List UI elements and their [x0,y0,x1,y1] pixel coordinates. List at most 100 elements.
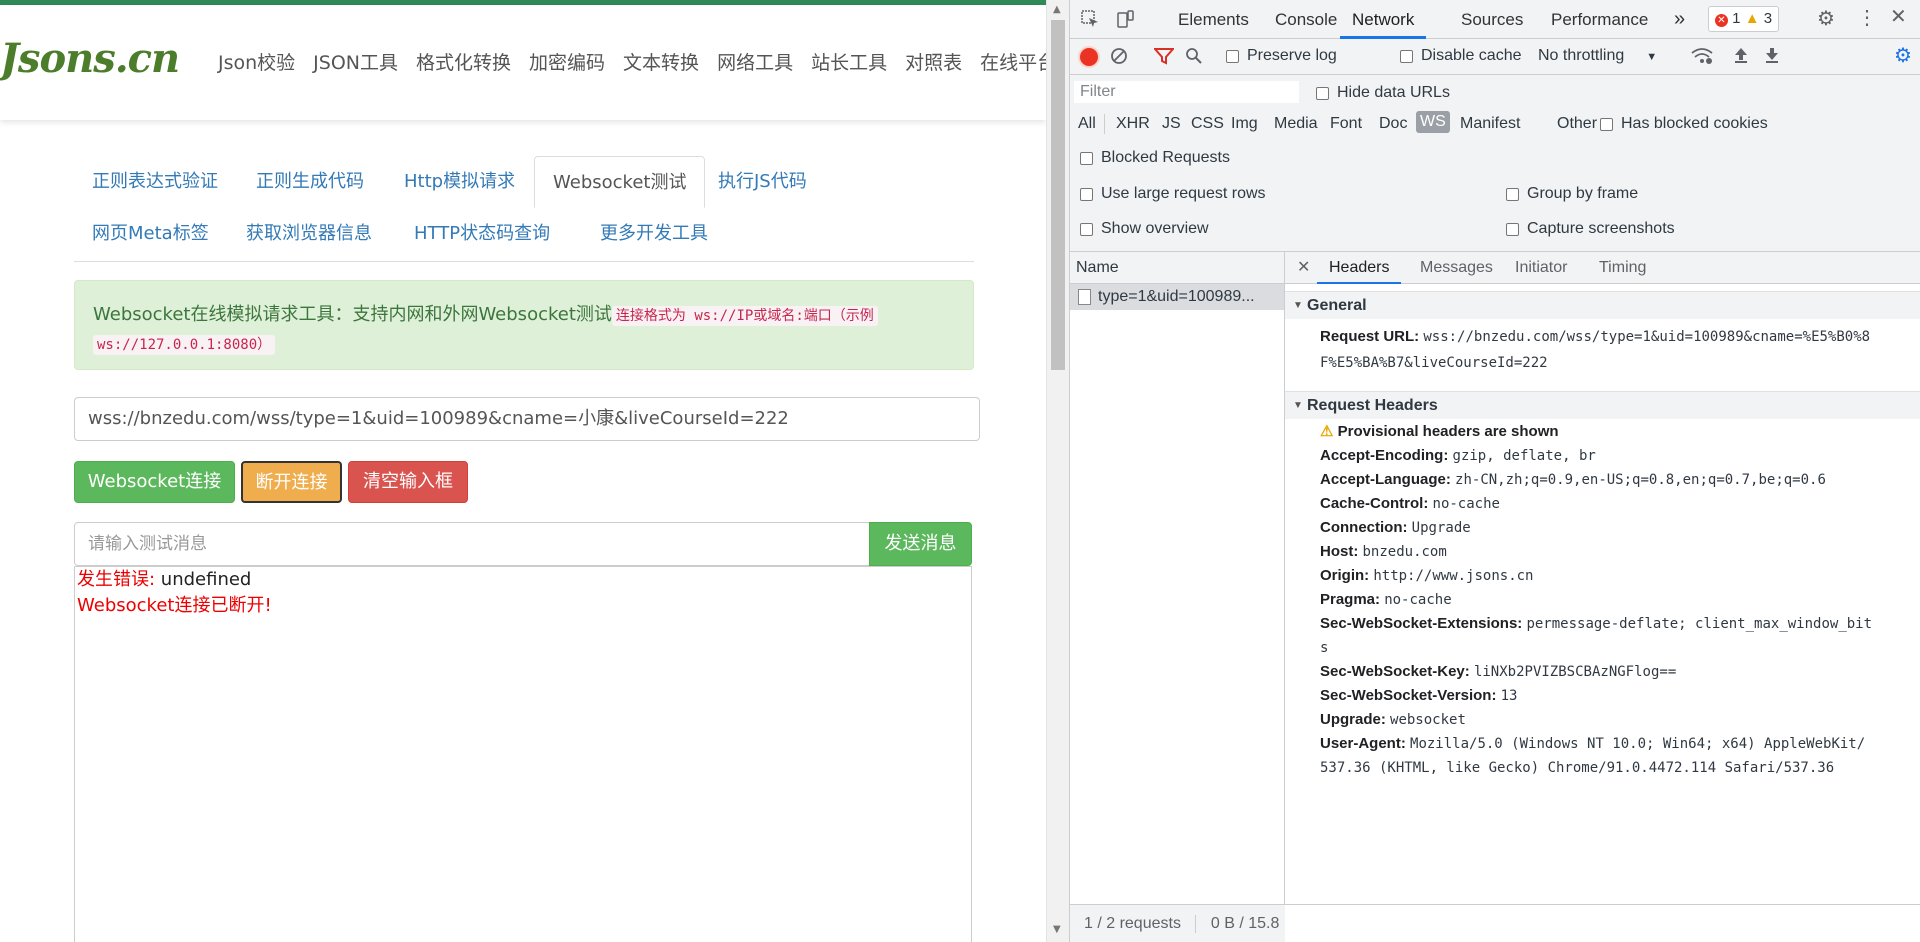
websocket-url-input[interactable]: wss://bnzedu.com/wss/type=1&uid=100989&c… [74,397,980,441]
filter-funnel-icon[interactable] [1152,47,1176,69]
device-toolbar-icon[interactable] [1115,9,1135,33]
has-blocked-cookies-box[interactable] [1600,117,1613,131]
disable-cache-checkbox[interactable]: Disable cache [1400,47,1522,65]
show-overview-box[interactable] [1080,222,1093,236]
devtools-tab-performance[interactable]: Performance [1551,0,1648,39]
site-logo[interactable]: Jsons.cn [0,35,180,82]
request-headers-section-header[interactable]: ▼ Request Headers [1285,391,1920,419]
tab-http-mock[interactable]: Http模拟请求 [386,156,533,208]
group-by-frame-box[interactable] [1506,187,1519,201]
header-value: Upgrade [1411,520,1471,536]
disable-cache-box[interactable] [1400,49,1413,63]
devtools-tab-console[interactable]: Console [1275,0,1337,39]
page-scrollbar-thumb[interactable] [1051,20,1065,370]
filter-input[interactable]: Filter [1074,81,1299,103]
tab-websocket-test[interactable]: Websocket测试 [534,156,706,208]
name-column-header[interactable]: Name [1070,252,1284,284]
detail-tab-timing[interactable]: Timing [1599,252,1646,284]
detail-tab-messages[interactable]: Messages [1420,252,1493,284]
nav-item-text-convert[interactable]: 文本转换 [623,48,699,75]
tab-more-dev-tools[interactable]: 更多开发工具 [582,208,726,260]
message-log[interactable]: 发生错误: undefined Websocket连接已断开! [74,566,972,942]
transfer-size: 0 B / 15.8 [1210,915,1280,932]
type-filter-ws[interactable]: WS [1416,111,1450,133]
hide-data-urls-box[interactable] [1316,86,1329,100]
devtools-tab-sources[interactable]: Sources [1461,0,1523,39]
nav-item-network-tools[interactable]: 网络工具 [717,48,793,75]
nav-item-reference-tables[interactable]: 对照表 [905,48,962,75]
disconnect-button[interactable]: 断开连接 [241,461,342,503]
large-rows-box[interactable] [1080,187,1093,201]
import-har-icon[interactable] [1733,46,1749,68]
record-icon[interactable] [1080,48,1098,66]
devtools-tab-elements[interactable]: Elements [1178,0,1249,39]
tab-run-js[interactable]: 执行JS代码 [700,156,825,208]
log-line-error: 发生错误: undefined [77,567,969,593]
nav-item-webmaster-tools[interactable]: 站长工具 [811,48,887,75]
nav-item-encrypt-encode[interactable]: 加密编码 [529,48,605,75]
issues-counter[interactable]: ✕ 1 ▲ 3 [1708,6,1780,32]
nav-item-online-platform[interactable]: 在线平台 [980,48,1046,75]
capture-screenshots-checkbox[interactable]: Capture screenshots [1506,220,1675,238]
settings-gear-icon[interactable]: ⚙ [1817,9,1835,29]
type-filter-css[interactable]: CSS [1191,115,1224,133]
devtools-tab-network[interactable]: Network [1340,0,1427,39]
type-filter-xhr[interactable]: XHR [1116,115,1150,133]
clear-input-button[interactable]: 清空输入框 [348,461,468,503]
clear-log-icon[interactable] [1110,47,1128,69]
page-scrollbar[interactable]: ▲ ▼ [1046,0,1069,942]
type-filter-img[interactable]: Img [1231,115,1258,133]
tab-meta-tags[interactable]: 网页Meta标签 [74,208,227,260]
request-header-row: Accept-Encoding: gzip, deflate, br [1320,443,1916,469]
nav-item-json-tools[interactable]: JSON工具 [313,48,398,75]
hide-data-urls-checkbox[interactable]: Hide data URLs [1316,84,1450,102]
type-filter-font[interactable]: Font [1330,115,1362,133]
hide-data-urls-label: Hide data URLs [1337,84,1450,101]
capture-screenshots-box[interactable] [1506,222,1519,236]
close-detail-icon[interactable]: ✕ [1297,252,1310,284]
tab-browser-info[interactable]: 获取浏览器信息 [228,208,390,260]
more-tabs-chevron-icon[interactable]: » [1674,0,1685,39]
blocked-requests-checkbox[interactable]: Blocked Requests [1080,149,1230,167]
export-har-icon[interactable] [1764,46,1780,68]
large-rows-label: Use large request rows [1101,185,1266,202]
nav-item-format-convert[interactable]: 格式化转换 [416,48,511,75]
preserve-log-box[interactable] [1226,49,1239,63]
show-overview-checkbox[interactable]: Show overview [1080,220,1209,238]
type-filter-manifest[interactable]: Manifest [1460,115,1520,133]
header-key: Sec-WebSocket-Version: [1320,687,1497,704]
throttling-select[interactable]: No throttling ▼ [1538,47,1657,65]
inspect-element-icon[interactable] [1080,9,1100,33]
header-value: 13 [1500,688,1518,704]
search-icon[interactable] [1185,47,1203,69]
tab-http-status[interactable]: HTTP状态码查询 [396,208,568,260]
header-value: liNXb2PVIZBSCBAzNGFlog== [1473,664,1677,680]
scroll-down-arrow-icon[interactable]: ▼ [1053,924,1061,935]
network-conditions-icon[interactable] [1691,47,1713,69]
type-filter-all[interactable]: All [1078,115,1096,133]
has-blocked-cookies-checkbox[interactable]: Has blocked cookies [1600,115,1768,133]
type-filter-media[interactable]: Media [1274,115,1318,133]
group-by-frame-checkbox[interactable]: Group by frame [1506,185,1638,203]
type-filter-js[interactable]: JS [1162,115,1181,133]
detail-tab-initiator[interactable]: Initiator [1515,252,1567,284]
send-message-button[interactable]: 发送消息 [869,522,972,566]
tab-regex-codegen[interactable]: 正则生成代码 [238,156,382,208]
more-options-icon[interactable]: ⋮ [1857,8,1877,28]
nav-item-json-validate[interactable]: Json校验 [218,48,295,75]
type-filter-doc[interactable]: Doc [1379,115,1407,133]
network-settings-gear-icon[interactable]: ⚙ [1894,46,1912,66]
request-header-row: Origin: http://www.jsons.cn [1320,563,1916,589]
scroll-up-arrow-icon[interactable]: ▲ [1053,4,1061,15]
tab-regex-validate[interactable]: 正则表达式验证 [74,156,236,208]
general-section-header[interactable]: ▼ General [1285,291,1920,319]
large-rows-checkbox[interactable]: Use large request rows [1080,185,1266,203]
test-message-input[interactable]: 请输入测试消息 [74,522,870,566]
blocked-requests-box[interactable] [1080,151,1093,165]
detail-tab-headers[interactable]: Headers [1317,252,1402,284]
websocket-connect-button[interactable]: Websocket连接 [74,461,235,503]
preserve-log-checkbox[interactable]: Preserve log [1226,47,1337,65]
request-row[interactable]: type=1&uid=100989... [1070,284,1284,310]
close-devtools-icon[interactable]: ✕ [1890,7,1907,27]
type-filter-other[interactable]: Other [1557,115,1597,133]
